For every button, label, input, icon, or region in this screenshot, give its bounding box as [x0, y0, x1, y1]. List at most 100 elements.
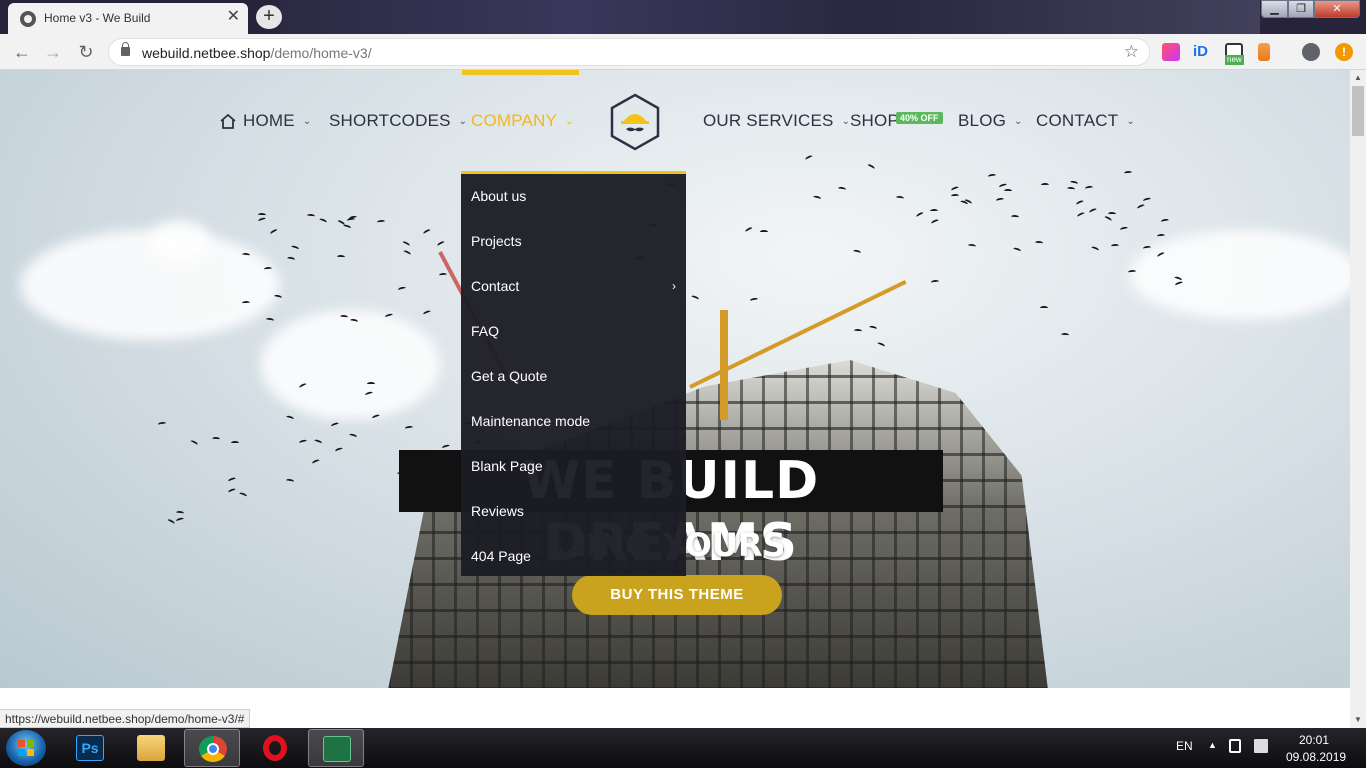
page-scrollbar[interactable]: ▲ ▼ [1350, 70, 1366, 728]
globe-icon [20, 11, 36, 27]
url-host: webuild.netbee.shop [142, 45, 271, 61]
back-button[interactable]: ← [10, 40, 34, 64]
scrollbar-thumb[interactable] [1352, 86, 1364, 136]
bird [266, 317, 275, 323]
bird [1070, 179, 1079, 186]
dropdown-item-label: 404 Page [471, 548, 531, 564]
bird [404, 425, 414, 431]
opera-icon [263, 735, 287, 761]
dropdown-item-contact[interactable]: Contact › [471, 276, 676, 296]
bird [257, 217, 267, 224]
dropdown-item-faq[interactable]: FAQ [471, 321, 676, 341]
clock-date[interactable]: 09.08.2019 [1286, 750, 1346, 764]
bird [402, 248, 412, 257]
extension-hammer-icon[interactable] [1258, 43, 1270, 61]
device-icon[interactable] [1229, 739, 1241, 753]
bird [342, 223, 352, 231]
window-maximize-button[interactable]: ❐ [1288, 0, 1314, 18]
tab-close-icon[interactable]: ✕ [227, 9, 240, 25]
bird [1108, 212, 1117, 217]
buy-theme-button[interactable]: BUY THIS THEME [572, 575, 782, 615]
bird [744, 226, 754, 234]
nav-home[interactable]: HOME ⌄ [220, 110, 311, 132]
bird [397, 285, 407, 292]
address-bar[interactable]: webuild.netbee.shop/demo/home-v3/ ☆ [108, 38, 1150, 66]
bird [1040, 306, 1049, 311]
bird [313, 438, 323, 446]
nav-blog-label: BLOG [958, 111, 1007, 130]
bird [241, 300, 250, 305]
dropdown-item-404-page[interactable]: 404 Page [471, 546, 676, 566]
bird [212, 436, 221, 442]
bird [166, 518, 175, 526]
window-close-button[interactable]: ✕ [1314, 0, 1360, 18]
update-alert-icon[interactable]: ! [1335, 43, 1353, 61]
extension-id-icon[interactable]: iD [1193, 43, 1211, 61]
bird [189, 439, 199, 447]
reload-button[interactable]: ↻ [74, 40, 98, 64]
scroll-up-arrow-icon[interactable]: ▲ [1350, 70, 1366, 86]
address-url: webuild.netbee.shop/demo/home-v3/ [142, 45, 372, 61]
bird [1060, 332, 1069, 338]
window-minimize-button[interactable]: ▁ [1261, 0, 1288, 18]
dropdown-item-reviews[interactable]: Reviews [471, 501, 676, 521]
scroll-down-arrow-icon[interactable]: ▼ [1350, 712, 1366, 728]
extension-color-icon[interactable] [1162, 43, 1180, 61]
dropdown-item-label: FAQ [471, 323, 500, 339]
nav-company[interactable]: COMPANY ⌄ [471, 110, 574, 132]
taskbar-chrome[interactable] [184, 729, 240, 767]
nav-our-services[interactable]: OUR SERVICES ⌄ [703, 110, 850, 132]
bird [287, 256, 296, 262]
desktop-background [280, 0, 1260, 34]
taskbar-file-explorer[interactable] [123, 729, 179, 767]
site-logo[interactable] [608, 92, 662, 152]
dropdown-item-maintenance-mode[interactable]: Maintenance mode [471, 411, 676, 431]
bird [1088, 207, 1098, 215]
language-indicator[interactable]: EN [1176, 739, 1193, 753]
profile-avatar-icon[interactable] [1302, 43, 1320, 61]
nav-shop[interactable]: SHOP [850, 110, 899, 132]
bird [436, 240, 446, 248]
taskbar-excel[interactable] [308, 729, 364, 767]
tray-expand-icon[interactable]: ▲ [1208, 740, 1217, 750]
shop-discount-badge: 40% OFF [896, 112, 943, 124]
excel-icon [323, 736, 351, 762]
start-button[interactable] [6, 730, 46, 766]
extension-screenshot-icon[interactable]: new [1225, 43, 1244, 65]
bird [998, 182, 1008, 189]
bird [804, 153, 814, 162]
browser-tab[interactable]: Home v3 - We Build ✕ [8, 3, 248, 34]
nav-shortcodes[interactable]: SHORTCODES ⌄ [329, 110, 467, 132]
taskbar-photoshop[interactable]: Ps [62, 729, 118, 767]
bird [930, 218, 940, 226]
dropdown-item-about-us[interactable]: About us [471, 186, 676, 206]
bird [336, 255, 345, 260]
taskbar-opera[interactable] [247, 729, 303, 767]
bookmark-star-icon[interactable]: ☆ [1124, 42, 1139, 62]
network-warning-icon[interactable] [1254, 739, 1268, 753]
bird [837, 186, 847, 192]
nav-contact[interactable]: CONTACT ⌄ [1036, 110, 1135, 132]
crane-tower [720, 310, 728, 420]
bird [330, 421, 339, 429]
nav-blog[interactable]: BLOG ⌄ [958, 110, 1023, 132]
bird [175, 510, 185, 515]
bird [1160, 218, 1170, 224]
bird [930, 280, 939, 285]
home-icon [220, 113, 236, 129]
dropdown-item-get-a-quote[interactable]: Get a Quote [471, 366, 676, 386]
cloud [150, 220, 210, 260]
forward-button[interactable]: → [41, 40, 65, 64]
tab-title: Home v3 - We Build [44, 11, 151, 25]
bird [1156, 233, 1166, 239]
dropdown-item-blank-page[interactable]: Blank Page [471, 456, 676, 476]
bird [895, 195, 904, 201]
dropdown-item-label: Contact [471, 278, 520, 294]
folder-icon [137, 735, 165, 761]
new-tab-button[interactable]: + [256, 5, 282, 29]
dropdown-item-projects[interactable]: Projects [471, 231, 676, 251]
clock-time[interactable]: 20:01 [1299, 733, 1329, 747]
bird [422, 309, 432, 317]
bird [227, 487, 237, 495]
bird [238, 491, 248, 498]
